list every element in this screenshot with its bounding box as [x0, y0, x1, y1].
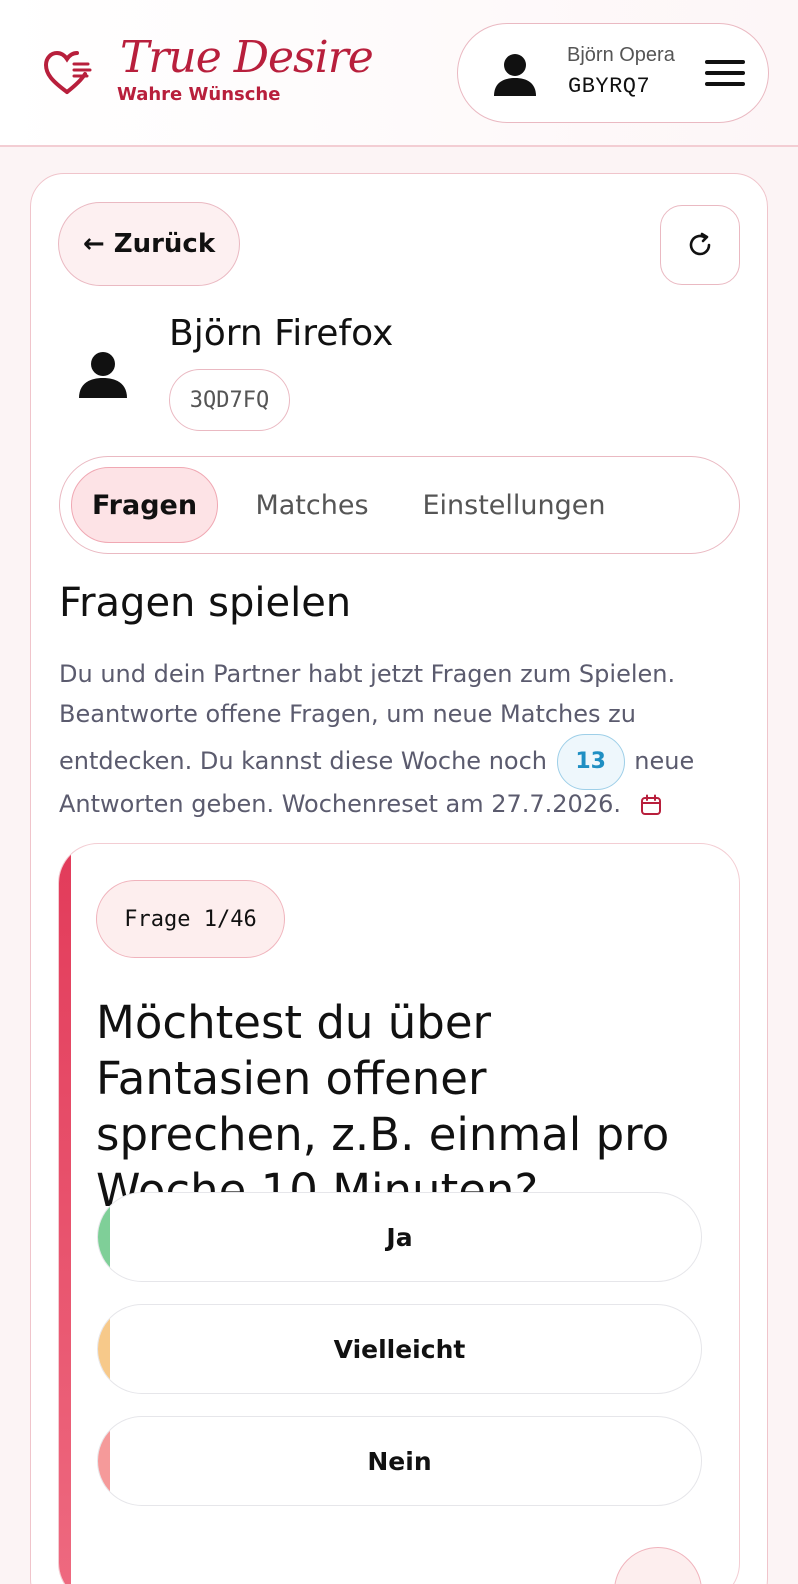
description-line: Antworten geben. Wochenreset am 27.7.202…: [59, 784, 739, 824]
user-icon: [494, 54, 536, 96]
question-counter-badge: Frage 1/46: [96, 880, 285, 958]
answer-label: Vielleicht: [333, 1334, 466, 1364]
answer-label: Nein: [367, 1446, 432, 1476]
answer-yes-button[interactable]: Ja: [97, 1192, 702, 1282]
calendar-icon[interactable]: [639, 793, 663, 817]
heart-icon: [43, 50, 92, 94]
answer-label: Ja: [386, 1222, 413, 1252]
description-line: Du und dein Partner habt jetzt Fragen zu…: [59, 660, 676, 688]
remaining-answers-badge: 13: [556, 734, 625, 790]
tab-fragen[interactable]: Fragen: [71, 467, 218, 543]
tab-matches[interactable]: Matches: [255, 467, 368, 543]
answer-accent: [98, 1417, 110, 1505]
refresh-button[interactable]: [660, 205, 740, 285]
description-line: Beantworte offene Fragen, um neue Matche…: [59, 700, 636, 728]
user-account-pill[interactable]: Björn Opera GBYRQ7: [457, 23, 769, 123]
answer-no-button[interactable]: Nein: [97, 1416, 702, 1506]
partner-name: Björn Firefox: [169, 313, 394, 354]
refresh-icon: [689, 232, 711, 256]
description-text: Antworten geben. Wochenreset am 27.7.202…: [59, 790, 621, 818]
current-user-name: Björn Opera: [567, 44, 675, 66]
logo-title: True Desire: [120, 32, 374, 83]
description-text: entdecken. Du kannst diese Woche noch: [59, 747, 548, 775]
section-description: Du und dein Partner habt jetzt Fragen zu…: [59, 654, 739, 824]
app-header: True Desire Wahre Wünsche Björn Opera GB…: [0, 0, 798, 147]
answer-maybe-button[interactable]: Vielleicht: [97, 1304, 702, 1394]
answer-accent: [98, 1305, 110, 1393]
tab-einstellungen[interactable]: Einstellungen: [422, 467, 605, 543]
back-button[interactable]: ← Zurück: [58, 202, 240, 286]
logo-subtitle: Wahre Wünsche: [117, 84, 281, 105]
hamburger-menu-icon[interactable]: [705, 60, 745, 90]
partner-code-badge: 3QD7FQ: [169, 369, 290, 431]
description-text: neue: [634, 747, 695, 775]
partner-avatar-icon: [79, 352, 127, 398]
question-text: Möchtest du über Fantasien offener sprec…: [96, 996, 670, 1217]
section-title: Fragen spielen: [59, 580, 352, 626]
description-line: entdecken. Du kannst diese Woche noch 13…: [59, 734, 739, 790]
answer-accent: [98, 1193, 110, 1281]
tab-bar: Fragen Matches Einstellungen: [59, 456, 740, 554]
current-user-code: GBYRQ7: [568, 74, 651, 99]
question-accent-stripe: [59, 844, 71, 1584]
